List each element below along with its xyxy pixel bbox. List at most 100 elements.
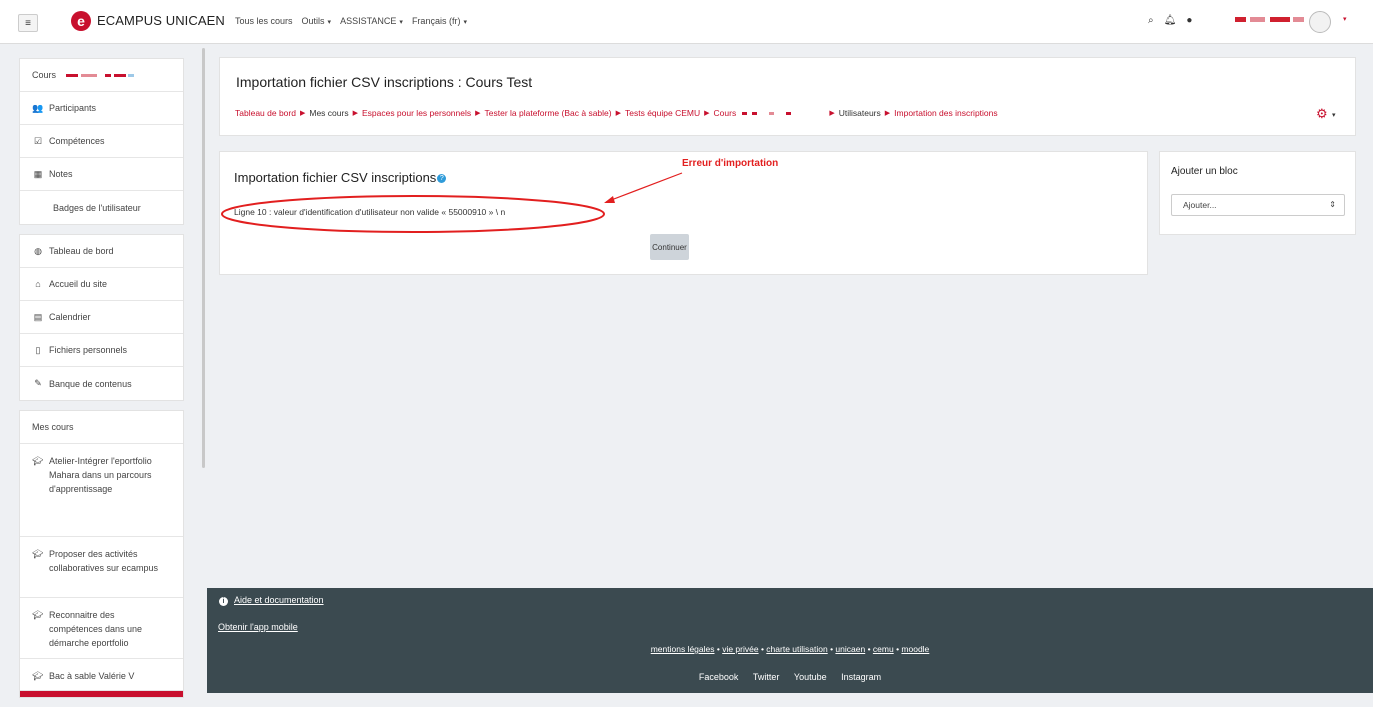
help-link[interactable]: i Aide et documentation [219,595,324,606]
breadcrumb-item[interactable]: Importation des inscriptions [894,108,997,118]
bell-icon[interactable]: 🔔︎ [1164,15,1177,26]
sidebar-item-label: Notes [49,169,73,179]
sidebar-course-item[interactable]: 🎓︎ Proposer des activités collaboratives… [20,537,183,598]
hamburger-icon: ≡ [25,17,31,29]
sidebar-course-item[interactable]: 🎓︎ Atelier-Intégrer l'eportfolio Mahara … [20,444,183,537]
chevron-down-icon[interactable]: ▾ [1343,15,1347,23]
top-navbar: ≡ e ECAMPUS UNICAEN Tous les cours Outil… [0,0,1373,44]
sidebar-item-banque[interactable]: ✎ Banque de contenus [20,367,183,400]
annotation-arrow-line [605,172,683,203]
sidebar-item-course[interactable]: Cours [20,59,183,92]
sidebar-item-label: Proposer des activités collaboratives su… [49,549,159,573]
annotation-label: Erreur d'importation [682,158,779,169]
brand-name[interactable]: ECAMPUS UNICAEN [97,13,225,28]
chevron-down-icon: ▾ [463,19,467,26]
menu-assistance[interactable]: ASSISTANCE ▾ [340,16,403,26]
ecampus-logo[interactable]: e [71,11,91,31]
sidebar-item-notes[interactable]: ▦ Notes [20,158,183,191]
top-menu: Tous les cours Outils ▾ ASSISTANCE ▾ Franç… [235,16,467,26]
footer-link[interactable]: cemu [873,644,894,654]
breadcrumb-item[interactable]: Tests équipe CEMU [625,108,700,118]
section-title-text: Importation fichier CSV inscriptions [234,170,437,185]
footer-link[interactable]: vie privée [722,644,758,654]
sidebar-item-calendrier[interactable]: ▤ Calendrier [20,301,183,334]
graduation-cap-icon: 🎓︎ [32,549,44,559]
breadcrumb-separator-icon: ▶ [829,110,835,117]
breadcrumb-item[interactable]: Tableau de bord [235,108,296,118]
page-header: Importation fichier CSV inscriptions : C… [219,57,1356,136]
continue-button[interactable]: Continuer [650,234,689,260]
social-links: Facebook Twitter Youtube Instagram [207,672,1373,682]
help-icon[interactable]: ? [437,174,447,184]
sidebar-active-item[interactable] [20,691,183,697]
file-icon: ▯ [35,344,41,355]
chat-icon[interactable]: ● [1186,15,1192,26]
menu-tous-les-cours[interactable]: Tous les cours [235,16,293,26]
sidebar-heading-mes-cours[interactable]: Mes cours [20,411,183,444]
select-value: Ajouter... [1183,200,1217,210]
breadcrumb-item[interactable]: Tester la plateforme (Bac à sable) [485,108,612,118]
redacted-course-name [66,70,135,80]
sidebar-item-label: Tableau de bord [49,246,114,256]
sidebar-item-label: Cours [32,70,57,80]
sidebar-item-tableau-de-bord[interactable]: ◍ Tableau de bord [20,235,183,268]
breadcrumb-separator-icon: ▶ [615,110,621,117]
breadcrumb-item[interactable]: Espaces pour les personnels [362,108,471,118]
add-block-select[interactable]: Ajouter... ⇕ [1171,194,1345,216]
footer-link[interactable]: charte utilisation [766,644,827,654]
breadcrumb-item[interactable]: Cours [714,108,737,118]
youtube-link[interactable]: Youtube [794,672,827,682]
redacted-course-name [742,108,792,118]
sidebar-item-accueil[interactable]: ⌂ Accueil du site [20,268,183,301]
facebook-link[interactable]: Facebook [699,672,739,682]
add-block-card: Ajouter un bloc Ajouter... ⇕ [1159,151,1356,235]
error-message: Ligne 10 : valeur d'identification d'uti… [234,207,506,217]
menu-language[interactable]: Français (fr) ▾ [412,16,467,26]
menu-outils[interactable]: Outils ▾ [302,16,332,26]
sidebar-item-label: Bac à sable Valérie V [49,671,135,681]
sidebar-item-competences[interactable]: ☑ Compétences [20,125,183,158]
page-title: Importation fichier CSV inscriptions : C… [236,74,533,90]
sidebar-item-badges[interactable]: Badges de l'utilisateur [20,191,183,224]
annotation-arrowhead [604,196,615,203]
home-icon: ⌂ [35,279,41,289]
footer-links: mentions légales • vie privée • charte u… [650,644,930,654]
sidebar-scrollbar[interactable] [202,48,205,468]
mobile-app-link[interactable]: Obtenir l'app mobile [218,622,298,632]
gear-icon[interactable]: ⚙ [1316,106,1328,122]
chevron-down-icon: ▾ [327,19,332,26]
redacted-user-name [1235,17,1246,22]
breadcrumb: Tableau de bord ▶ Mes cours ▶ Espaces po… [235,108,998,118]
footer-link[interactable]: moodle [901,644,929,654]
sidebar-item-label: Calendrier [49,312,91,322]
menu-toggle-button[interactable]: ≡ [18,14,38,32]
sidebar-item-label: Banque de contenus [49,378,132,389]
sidebar-course-group: Cours 👥 Participants ☑ Compétences ▦ Not… [19,58,184,225]
instagram-link[interactable]: Instagram [841,672,881,682]
breadcrumb-item[interactable]: Mes cours [309,108,348,118]
twitter-link[interactable]: Twitter [753,672,780,682]
check-icon: ☑ [33,135,43,146]
sidebar-item-label: Accueil du site [49,279,108,289]
help-link-text: Aide et documentation [234,595,324,605]
sidebar-item-label: Fichiers personnels [49,345,128,355]
footer-link[interactable]: mentions légales [651,644,715,654]
table-icon: ▦ [33,168,43,179]
sidebar-course-item[interactable]: 🎓︎ Reconnaitre des compétences dans une … [20,598,183,659]
sidebar-item-fichiers[interactable]: ▯ Fichiers personnels [20,334,183,367]
sidebar-site-group: ◍ Tableau de bord ⌂ Accueil du site ▤ Ca… [19,234,184,401]
chevron-down-icon[interactable]: ▾ [1332,111,1336,119]
redacted-user-name [1293,17,1304,22]
sidebar-item-label: Badges de l'utilisateur [53,202,141,213]
users-icon: 👥 [32,102,44,113]
sidebar-item-label: Reconnaitre des compétences dans une dém… [49,610,143,648]
search-icon[interactable]: ⌕ [1148,15,1154,26]
sidebar-item-participants[interactable]: 👥 Participants [20,92,183,125]
sidebar-courses-group: Mes cours 🎓︎ Atelier-Intégrer l'eportfol… [19,410,184,698]
sidebar-course-item[interactable]: 🎓︎ Bac à sable Valérie V [20,659,183,691]
pen-icon: ✎ [34,378,42,388]
avatar[interactable] [1309,11,1331,33]
chevron-down-icon: ▾ [399,19,403,26]
footer-link[interactable]: unicaen [835,644,865,654]
breadcrumb-item[interactable]: Utilisateurs [839,108,881,118]
